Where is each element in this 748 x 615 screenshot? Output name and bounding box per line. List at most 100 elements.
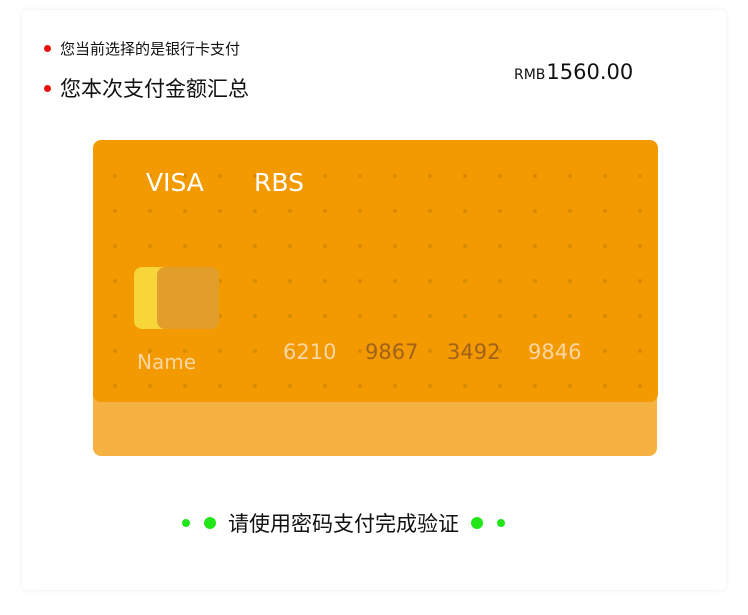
card-dot: [288, 209, 292, 213]
amount-value: 1560.00: [546, 60, 634, 84]
card-dot: [463, 279, 467, 283]
card-dot: [358, 384, 362, 388]
card-dot: [393, 174, 397, 178]
card-dot: [533, 209, 537, 213]
card-dot: [638, 384, 642, 388]
card-dot: [603, 384, 607, 388]
card-dot: [428, 174, 432, 178]
card-dot: [358, 244, 362, 248]
card-dot: [218, 244, 222, 248]
card-dot: [148, 244, 152, 248]
card-dot: [323, 174, 327, 178]
card-dot: [463, 244, 467, 248]
card-dot: [568, 314, 572, 318]
card-dot: [603, 279, 607, 283]
payment-method-text: 您当前选择的是银行卡支付: [60, 40, 241, 58]
card-dot: [638, 244, 642, 248]
decor-dot-icon: [497, 519, 505, 527]
card-dot: [393, 279, 397, 283]
card-dot: [568, 209, 572, 213]
card-dot: [113, 349, 117, 353]
card-dot: [253, 384, 257, 388]
card-dot: [323, 279, 327, 283]
card-dot: [113, 174, 117, 178]
decor-dot-icon: [204, 517, 216, 529]
card-dot: [288, 314, 292, 318]
card-dot: [323, 244, 327, 248]
card-dot: [533, 384, 537, 388]
payment-method-line: 您当前选择的是银行卡支付: [44, 38, 240, 59]
card-dot: [358, 279, 362, 283]
card-dot: [358, 209, 362, 213]
card-dot: [288, 384, 292, 388]
card-bank-name: RBS: [254, 168, 304, 197]
card-dot: [568, 174, 572, 178]
card-number-group: 3492: [447, 340, 501, 364]
chip-overlay-icon: [157, 267, 219, 329]
card-dot: [498, 174, 502, 178]
card-dot: [603, 314, 607, 318]
card-dot: [428, 384, 432, 388]
card-dot: [113, 314, 117, 318]
card-dot: [148, 384, 152, 388]
card-dot: [288, 279, 292, 283]
card-dot: [428, 209, 432, 213]
card-dot: [568, 384, 572, 388]
card-dot: [288, 244, 292, 248]
bullet-icon: [44, 45, 51, 52]
card-dot: [393, 244, 397, 248]
bullet-icon: [44, 84, 51, 92]
card-dot: [463, 384, 467, 388]
payment-amount: RMB 1560.00: [514, 60, 633, 84]
card-dot: [603, 174, 607, 178]
card-dot: [498, 244, 502, 248]
card-dot: [463, 314, 467, 318]
card-dot: [428, 349, 432, 353]
card-dot: [393, 314, 397, 318]
card-dot: [533, 279, 537, 283]
card-dot: [358, 174, 362, 178]
card-dot: [498, 384, 502, 388]
card-dot: [603, 209, 607, 213]
payment-summary-line: 您本次支付金额汇总: [44, 73, 249, 103]
card-dot: [218, 174, 222, 178]
card-dot: [183, 209, 187, 213]
card-dot: [428, 314, 432, 318]
bank-card[interactable]: VISA RBS Name 6210 9867 3492 9846: [93, 140, 658, 402]
card-dot: [253, 349, 257, 353]
card-dot: [533, 244, 537, 248]
decor-dot-icon: [182, 519, 190, 527]
card-dot: [218, 209, 222, 213]
card-dot: [638, 174, 642, 178]
card-dot: [253, 279, 257, 283]
decor-dot-icon: [471, 517, 483, 529]
card-dot: [183, 244, 187, 248]
card-number-group: 6210: [283, 340, 337, 364]
card-dot: [113, 384, 117, 388]
card-dot: [323, 384, 327, 388]
card-dot: [393, 384, 397, 388]
card-dot: [638, 279, 642, 283]
card-dot: [358, 314, 362, 318]
card-dot: [498, 314, 502, 318]
card-dot: [638, 349, 642, 353]
card-dot: [428, 279, 432, 283]
card-brand: VISA: [146, 168, 204, 197]
card-dot: [428, 244, 432, 248]
card-dot: [253, 244, 257, 248]
card-holder-name: Name: [137, 350, 197, 374]
card-dot: [183, 384, 187, 388]
card-dot: [113, 209, 117, 213]
card-dot: [498, 209, 502, 213]
verify-prompt: 请使用密码支付完成验证: [182, 508, 505, 538]
card-dot: [568, 279, 572, 283]
currency-label: RMB: [514, 67, 546, 83]
card-dot: [148, 209, 152, 213]
card-dot: [113, 279, 117, 283]
card-dot: [253, 209, 257, 213]
card-dot: [323, 314, 327, 318]
card-dot: [603, 349, 607, 353]
card-dot: [218, 349, 222, 353]
card-dot: [463, 174, 467, 178]
payment-summary-text: 您本次支付金额汇总: [60, 77, 249, 101]
